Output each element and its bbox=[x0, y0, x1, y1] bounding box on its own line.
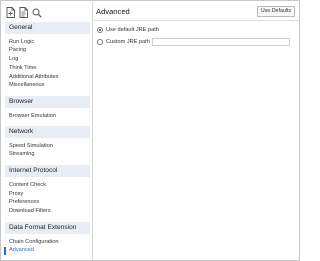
sidebar-item-pacing[interactable]: Pacing bbox=[9, 47, 26, 54]
sidebar-item-think-time[interactable]: Think Time bbox=[9, 65, 36, 72]
section-general: General bbox=[5, 22, 90, 34]
sidebar-item-advanced[interactable]: Advanced bbox=[9, 247, 34, 254]
settings-panel: Advanced Use Defaults Use default JRE pa… bbox=[94, 2, 300, 260]
section-browser: Browser bbox=[5, 96, 90, 108]
default-jre-label: Use default JRE path bbox=[106, 27, 159, 33]
sidebar-item-preferences[interactable]: Preferences bbox=[9, 199, 39, 206]
option-default-jre[interactable]: Use default JRE path bbox=[97, 26, 159, 34]
sidebar-item-download-filters[interactable]: Download Filters bbox=[9, 208, 51, 215]
section-internet-protocol: Internet Protocol bbox=[5, 165, 90, 177]
title-divider bbox=[94, 20, 300, 21]
use-defaults-button[interactable]: Use Defaults bbox=[257, 6, 295, 17]
import-file-icon[interactable] bbox=[18, 6, 29, 19]
runtime-settings-window: General Run Logic Pacing Log Think Time … bbox=[0, 0, 300, 261]
sidebar-item-streaming[interactable]: Streaming bbox=[9, 151, 35, 158]
sidebar-item-log[interactable]: Log bbox=[9, 56, 18, 63]
custom-jre-label: Custom JRE path bbox=[106, 39, 150, 45]
page-title: Advanced bbox=[96, 7, 130, 16]
sidebar-item-miscellaneous[interactable]: Miscellaneous bbox=[9, 82, 44, 89]
new-file-icon[interactable] bbox=[5, 6, 16, 19]
option-custom-jre[interactable]: Custom JRE path bbox=[97, 38, 150, 46]
sidebar-item-speed-simulation[interactable]: Speed Simulation bbox=[9, 143, 53, 150]
custom-jre-radio[interactable] bbox=[97, 39, 103, 45]
section-data-format-extension: Data Format Extension bbox=[5, 222, 90, 234]
selected-indicator bbox=[4, 247, 6, 255]
search-icon[interactable] bbox=[31, 6, 42, 19]
section-network: Network bbox=[5, 126, 90, 138]
sidebar-toolbar bbox=[5, 6, 42, 20]
sidebar-item-browser-emulation[interactable]: Browser Emulation bbox=[9, 113, 56, 120]
default-jre-radio[interactable] bbox=[97, 27, 103, 33]
sidebar-item-content-check[interactable]: Content Check bbox=[9, 182, 46, 189]
sidebar-item-additional-attributes[interactable]: Additional Attributes bbox=[9, 74, 58, 81]
sidebar-item-chain-configuration[interactable]: Chain Configuration bbox=[9, 239, 58, 246]
sidebar: General Run Logic Pacing Log Think Time … bbox=[2, 2, 93, 260]
custom-jre-path-input[interactable] bbox=[152, 38, 290, 46]
sidebar-item-run-logic[interactable]: Run Logic bbox=[9, 39, 34, 46]
sidebar-item-proxy[interactable]: Proxy bbox=[9, 191, 23, 198]
